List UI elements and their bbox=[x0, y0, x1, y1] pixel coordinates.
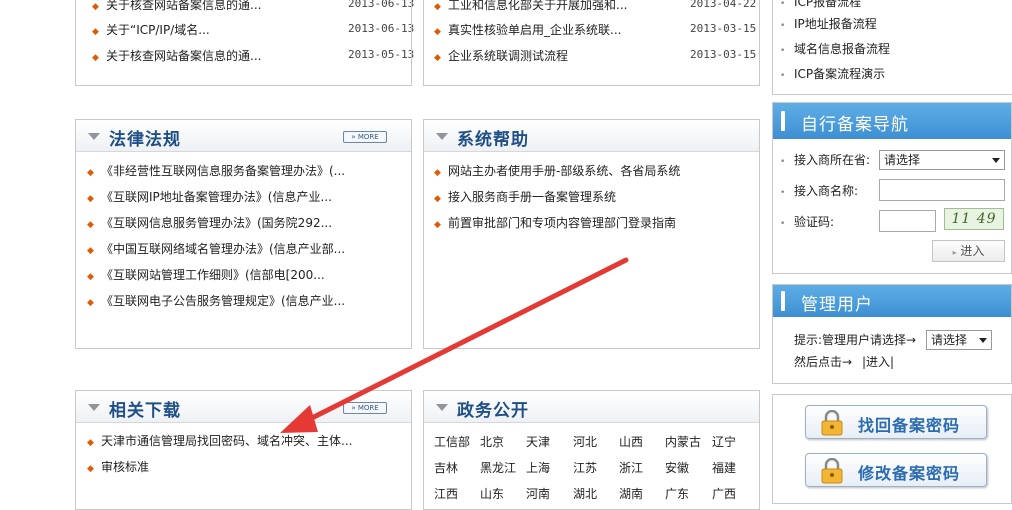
annotation-arrow-icon bbox=[280, 257, 629, 433]
